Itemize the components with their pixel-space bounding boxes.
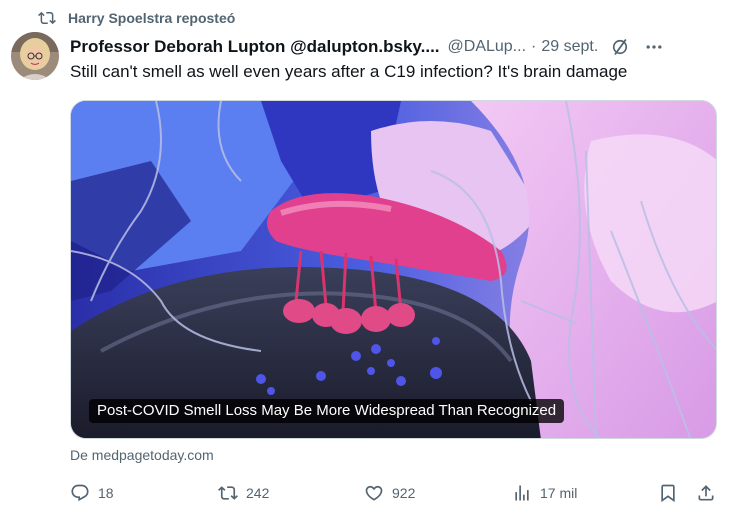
reply-button[interactable]: 18 — [70, 481, 114, 505]
reply-count: 18 — [98, 485, 114, 501]
like-button[interactable]: 922 — [364, 481, 415, 505]
grok-icon[interactable] — [610, 37, 630, 57]
repost-icon — [218, 486, 238, 500]
like-count: 922 — [392, 485, 416, 501]
card-title: Post-COVID Smell Loss May Be More Widesp… — [89, 399, 565, 423]
card-image — [71, 101, 716, 438]
bookmark-icon — [661, 484, 675, 503]
share-icon — [698, 485, 714, 501]
author-name[interactable]: Professor Deborah Lupton @dalupton.bsky.… — [70, 37, 440, 57]
tweet-text: Still can't smell as well even years aft… — [70, 62, 628, 81]
bookmark-button[interactable] — [658, 481, 678, 505]
chart-icon — [515, 485, 529, 501]
repost-count: 242 — [246, 485, 270, 501]
heart-icon — [365, 485, 383, 501]
card-source[interactable]: De medpagetoday.com — [70, 447, 214, 463]
views-button[interactable]: 17 mil — [512, 481, 577, 505]
share-button[interactable] — [696, 481, 716, 505]
repost-icon — [38, 9, 56, 27]
separator: · — [531, 38, 537, 55]
repost-indicator[interactable]: Harry Spoelstra reposteó — [38, 7, 235, 29]
avatar[interactable] — [11, 32, 59, 80]
repost-label: Harry Spoelstra reposteó — [68, 10, 236, 26]
reply-icon — [71, 484, 89, 502]
views-count: 17 mil — [540, 485, 578, 501]
link-card[interactable]: Post-COVID Smell Loss May Be More Widesp… — [70, 100, 717, 439]
author-handle[interactable]: @DALup... — [448, 38, 527, 56]
repost-button[interactable]: 242 — [218, 481, 269, 505]
more-options-icon[interactable] — [644, 37, 664, 57]
tweet-date[interactable]: 29 sept. — [541, 38, 598, 56]
tweet-header: Professor Deborah Lupton @dalupton.bsky.… — [70, 35, 722, 59]
action-bar: 18 242 922 17 mil — [70, 481, 722, 505]
